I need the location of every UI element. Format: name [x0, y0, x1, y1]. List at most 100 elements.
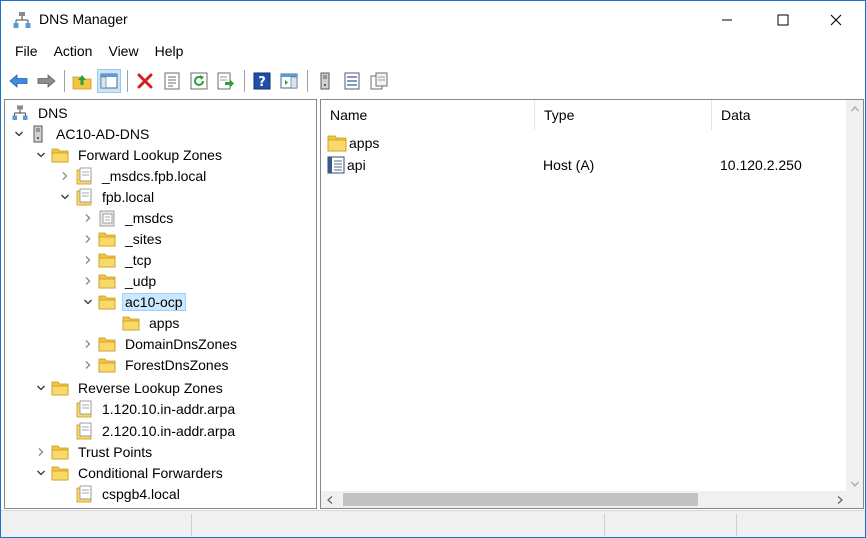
list-icon — [344, 72, 360, 90]
folder-icon — [98, 251, 116, 269]
zone-icon — [75, 485, 93, 503]
up-one-level-button[interactable] — [70, 69, 94, 93]
tree-node-trust-points[interactable]: Trust Points — [33, 441, 155, 462]
console-tree[interactable]: DNS AC10-AD-DNS Forward Lookup Zones _ms… — [4, 99, 317, 509]
chevron-right-icon[interactable] — [80, 357, 96, 373]
chevron-down-icon[interactable] — [57, 189, 73, 205]
tree-node-tcp[interactable]: _tcp — [80, 249, 154, 270]
chevron-down-icon[interactable] — [33, 147, 49, 163]
menu-help[interactable]: Help — [147, 39, 192, 63]
list-item-name-cell: api — [327, 154, 366, 176]
tree-node-dns[interactable]: DNS — [9, 102, 71, 123]
column-header-type[interactable]: Type — [535, 100, 712, 130]
tree-node-msdcs-zone[interactable]: _msdcs.fpb.local — [57, 165, 209, 186]
scroll-corner — [846, 491, 863, 508]
tree-label: Trust Points — [78, 443, 153, 460]
server-button[interactable] — [313, 69, 337, 93]
toolbar-separator — [127, 70, 128, 92]
maximize-button[interactable] — [760, 1, 806, 39]
delete-button[interactable] — [133, 69, 157, 93]
maximize-icon — [777, 14, 789, 26]
tree-node-domain-dns-zones[interactable]: DomainDnsZones — [80, 333, 240, 354]
chevron-right-icon[interactable] — [80, 336, 96, 352]
chevron-right-icon[interactable] — [80, 231, 96, 247]
horizontal-scroll-thumb[interactable] — [343, 493, 698, 506]
close-button[interactable] — [813, 1, 859, 39]
show-hide-action-pane-button[interactable] — [277, 69, 301, 93]
back-button[interactable] — [7, 69, 31, 93]
tree-node-apps[interactable]: apps — [104, 312, 182, 333]
tree-node-forest-dns-zones[interactable]: ForestDnsZones — [80, 354, 231, 375]
tree-node-udp[interactable]: _udp — [80, 270, 159, 291]
chevron-right-icon[interactable] — [33, 444, 49, 460]
chevron-down-icon[interactable] — [33, 380, 49, 396]
status-divider — [736, 514, 737, 536]
tree-node-forward-lookup-zones[interactable]: Forward Lookup Zones — [33, 144, 225, 165]
menu-action[interactable]: Action — [46, 39, 101, 63]
tree-node-conditional-forwarders[interactable]: Conditional Forwarders — [33, 462, 226, 483]
folder-icon — [98, 293, 116, 311]
scroll-up-icon[interactable] — [846, 100, 863, 117]
list-item[interactable]: api Host (A) 10.120.2.250 — [321, 154, 863, 176]
help-icon: ? — [253, 72, 271, 90]
dns-manager-window: DNS Manager File Action View Help ? DNS … — [0, 0, 866, 538]
tree-node-reverse-zone-1[interactable]: 1.120.10.in-addr.arpa — [57, 398, 238, 419]
export-list-button[interactable] — [214, 69, 238, 93]
folder-icon — [122, 314, 140, 332]
tree-label: AC10-AD-DNS — [56, 125, 150, 142]
chevron-right-icon[interactable] — [80, 252, 96, 268]
no-expander — [104, 315, 120, 331]
delete-icon — [137, 73, 153, 89]
minimize-button[interactable] — [704, 1, 750, 39]
chevron-down-icon[interactable] — [33, 465, 49, 481]
properties-button[interactable] — [160, 69, 184, 93]
list-view-button[interactable] — [340, 69, 364, 93]
menu-file[interactable]: File — [7, 39, 46, 63]
zone-icon — [75, 167, 93, 185]
copy-button[interactable] — [367, 69, 391, 93]
vertical-scrollbar[interactable] — [846, 100, 863, 492]
list-header: Name Type Data — [321, 100, 863, 130]
tree-label: _tcp — [125, 251, 152, 268]
details-pane[interactable]: Name Type Data apps api Host (A) 10.120.… — [320, 99, 864, 509]
tree-label: cspgb4.local — [102, 485, 180, 502]
tree-node-cspgb4-local[interactable]: cspgb4.local — [57, 483, 183, 504]
menu-bar: File Action View Help — [1, 39, 865, 63]
tree-label: Reverse Lookup Zones — [78, 379, 223, 396]
tree-label: _udp — [125, 272, 157, 289]
list-item-name-cell: apps — [327, 132, 379, 154]
back-icon — [9, 74, 28, 88]
tree-label: _msdcs — [125, 209, 174, 226]
tree-node-fpb-local[interactable]: fpb.local — [57, 186, 157, 207]
chevron-right-icon[interactable] — [80, 273, 96, 289]
tree-node-ac10-ocp[interactable]: ac10-ocp — [80, 291, 186, 312]
chevron-right-icon[interactable] — [57, 168, 73, 184]
refresh-button[interactable] — [187, 69, 211, 93]
column-header-name[interactable]: Name — [321, 100, 535, 130]
scroll-down-icon[interactable] — [846, 475, 863, 492]
tree-node-server[interactable]: AC10-AD-DNS — [11, 123, 152, 144]
status-divider — [191, 514, 192, 536]
tree-label: Forward Lookup Zones — [78, 146, 222, 163]
show-hide-console-tree-button[interactable] — [97, 69, 121, 93]
forward-button[interactable] — [34, 69, 58, 93]
scroll-left-icon[interactable] — [321, 491, 338, 508]
list-item[interactable]: apps — [321, 132, 863, 154]
chevron-down-icon[interactable] — [80, 294, 96, 310]
tree-node-msdcs[interactable]: _msdcs — [80, 207, 176, 228]
chevron-right-icon[interactable] — [80, 210, 96, 226]
toolbar-separator — [64, 70, 65, 92]
column-header-data[interactable]: Data — [712, 100, 863, 130]
export-list-icon — [217, 72, 234, 90]
window-title: DNS Manager — [39, 11, 128, 27]
horizontal-scrollbar[interactable] — [321, 491, 848, 508]
status-divider — [604, 514, 605, 536]
tree-node-sites[interactable]: _sites — [80, 228, 165, 249]
chevron-down-icon[interactable] — [11, 126, 27, 142]
tree-label: _msdcs.fpb.local — [102, 167, 207, 184]
menu-view[interactable]: View — [100, 39, 146, 63]
tree-node-reverse-lookup-zones[interactable]: Reverse Lookup Zones — [33, 377, 226, 398]
tree-node-reverse-zone-2[interactable]: 2.120.10.in-addr.arpa — [57, 420, 238, 441]
tree-label: DomainDnsZones — [125, 335, 238, 352]
help-button[interactable]: ? — [250, 69, 274, 93]
